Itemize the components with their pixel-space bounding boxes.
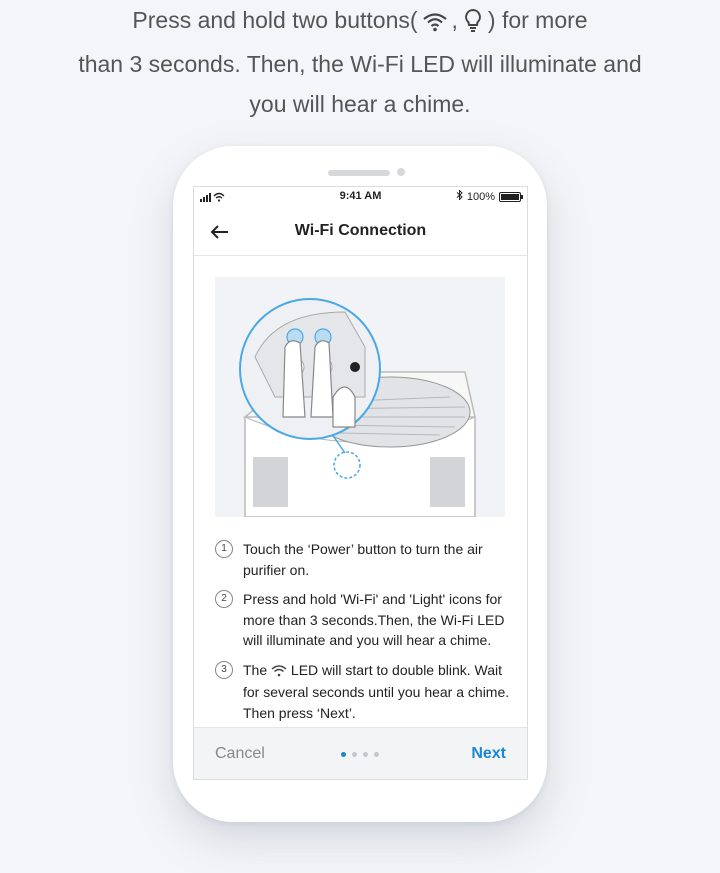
phone-speaker <box>328 170 390 176</box>
bluetooth-icon <box>456 189 463 203</box>
page-dot-active <box>341 752 346 757</box>
phone-camera <box>397 168 405 176</box>
next-button[interactable]: Next <box>471 745 506 763</box>
device-illustration <box>215 277 505 518</box>
instruction-line-1-start: Press and hold two buttons( <box>132 7 418 33</box>
step-text-start: The <box>243 661 268 678</box>
battery-percent: 100% <box>466 190 495 203</box>
steps-list: 1 Touch the ‘Power’ button to turn the a… <box>215 539 515 732</box>
page-dot <box>363 752 368 757</box>
page-dot <box>374 752 379 757</box>
step-1: 1 Touch the ‘Power’ button to turn the a… <box>215 539 515 580</box>
wifi-icon <box>422 4 448 44</box>
nav-bar: Wi-Fi Connection <box>194 209 527 256</box>
step-number: 3 <box>215 660 233 679</box>
cancel-button[interactable]: Cancel <box>215 745 265 763</box>
instruction-line-1-end: ) for more <box>487 7 588 33</box>
status-bar: 9:41 AM 100% <box>194 187 527 207</box>
instruction-line-3: you will hear a chime. <box>249 91 471 117</box>
step-number: 1 <box>215 540 233 558</box>
app-screen: 9:41 AM 100% Wi-Fi Connection 1 Touch th… <box>193 186 528 780</box>
battery-icon <box>499 191 523 202</box>
page-indicator <box>341 752 379 757</box>
lightbulb-icon <box>462 4 484 44</box>
step-number: 2 <box>215 590 233 608</box>
step-3: 3 The LED will start to double blink. Wa… <box>215 660 515 724</box>
instruction-line-1: Press and hold two buttons(, ) for more <box>0 0 720 44</box>
instruction-text: Press and hold two buttons(, ) for more t… <box>0 0 720 124</box>
step-2: 2 Press and hold 'Wi-Fi' and 'Light' ico… <box>215 589 515 651</box>
step-text: Press and hold 'Wi-Fi' and 'Light' icons… <box>243 591 505 648</box>
instruction-separator: , <box>451 7 458 33</box>
step-text: Touch the ‘Power’ button to turn the air… <box>243 541 483 578</box>
instruction-line-2: than 3 seconds. Then, the Wi-Fi LED will… <box>78 51 642 77</box>
status-right: 100% <box>456 189 523 203</box>
page-title: Wi-Fi Connection <box>294 222 427 239</box>
wifi-icon <box>271 662 287 683</box>
phone-mockup: 9:41 AM 100% Wi-Fi Connection 1 Touch th… <box>173 146 547 822</box>
footer-bar: Cancel Next <box>194 727 527 779</box>
page-dot <box>352 752 357 757</box>
